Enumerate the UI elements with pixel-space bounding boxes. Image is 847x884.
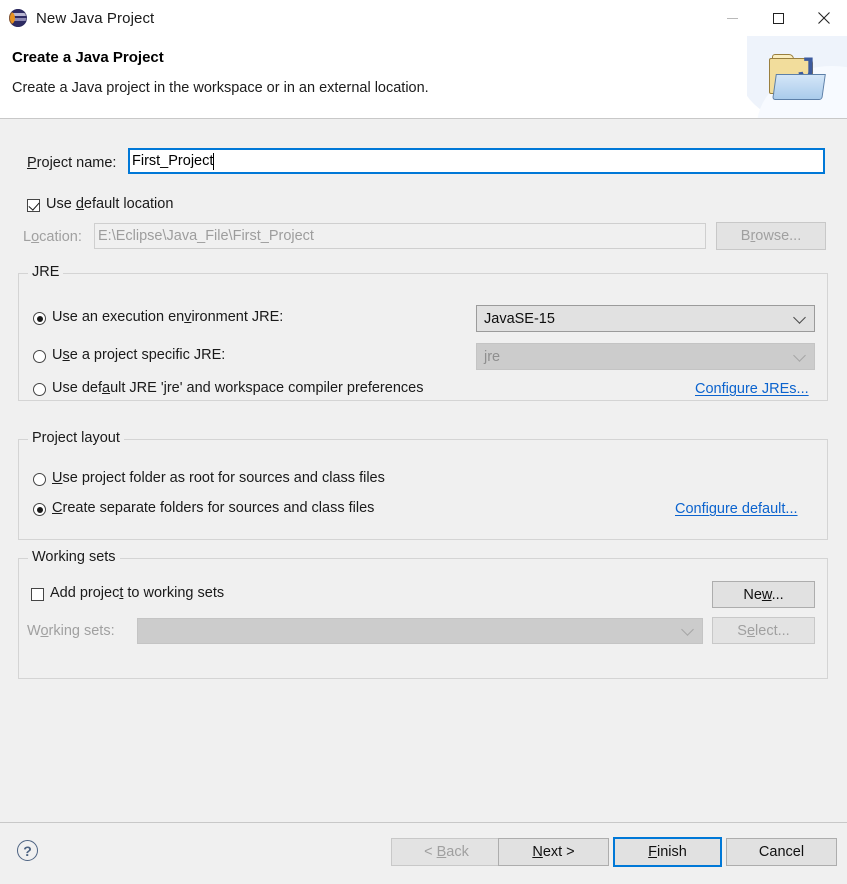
next-button-label: Next > (532, 844, 575, 860)
project-jre-combo: jre (476, 343, 815, 370)
back-button-label: < Back (424, 844, 469, 860)
radio-project-folder-as-root[interactable] (33, 473, 46, 486)
radio-use-project-specific-jre[interactable] (33, 350, 46, 363)
project-name-label: Project name: (27, 155, 117, 171)
project-name-value: First_Project (132, 153, 214, 169)
window-title: New Java Project (36, 9, 155, 27)
location-input: E:\Eclipse\Java_File\First_Project (94, 223, 706, 249)
chevron-down-icon (793, 310, 806, 324)
cancel-button[interactable]: Cancel (726, 838, 837, 866)
working-sets-combo (137, 618, 703, 644)
configure-jres-link[interactable]: Configure JREs... (695, 381, 809, 397)
radio-use-execution-environment-jre-label: Use an execution environment JRE: (52, 309, 284, 325)
page-description: Create a Java project in the workspace o… (12, 80, 429, 96)
minimize-button[interactable] (709, 0, 755, 36)
radio-use-default-jre-label: Use default JRE 'jre' and workspace comp… (52, 380, 424, 396)
location-label: Location: (23, 229, 82, 245)
browse-button-label: Browse... (740, 228, 802, 244)
maximize-button[interactable] (755, 0, 801, 36)
working-sets-group-title: Working sets (28, 549, 120, 565)
cancel-button-label: Cancel (758, 844, 805, 860)
radio-project-folder-as-root-label: Use project folder as root for sources a… (52, 470, 385, 486)
java-project-folder-icon: J (765, 54, 827, 104)
dialog-body: Project name: First_Project Use default … (0, 120, 847, 820)
radio-use-project-specific-jre-label: Use a project specific JRE: (52, 347, 226, 363)
project-layout-group-title: Project layout (28, 430, 124, 446)
project-name-input[interactable]: First_Project (128, 148, 825, 174)
working-sets-label: Working sets: (27, 623, 115, 639)
jre-group-title: JRE (28, 264, 64, 280)
close-button[interactable] (801, 0, 847, 36)
text-caret (213, 152, 215, 170)
new-working-set-button[interactable]: New... (712, 581, 815, 608)
eclipse-globe-icon (9, 9, 27, 27)
banner-graphic: J (747, 36, 847, 118)
chevron-down-icon (793, 348, 806, 362)
title-bar: New Java Project (0, 0, 847, 36)
execution-environment-combo[interactable]: JavaSE-15 (476, 305, 815, 332)
back-button: < Back (391, 838, 502, 866)
help-icon[interactable]: ? (17, 840, 38, 861)
radio-use-execution-environment-jre[interactable] (33, 312, 46, 325)
select-working-set-button: Select... (712, 617, 815, 644)
chevron-down-icon (681, 623, 694, 636)
window-controls (709, 0, 847, 36)
add-project-to-working-sets-label: Add project to working sets (50, 585, 225, 601)
radio-separate-folders[interactable] (33, 503, 46, 516)
project-layout-group: Project layout (18, 430, 828, 540)
use-default-location-checkbox[interactable] (27, 199, 40, 212)
select-working-set-button-label: Select... (737, 622, 790, 639)
page-title: Create a Java Project (12, 49, 164, 66)
location-value: E:\Eclipse\Java_File\First_Project (98, 228, 314, 244)
new-working-set-button-label: New... (743, 586, 784, 603)
new-java-project-dialog: New Java Project Create a Java Project C… (0, 0, 847, 884)
configure-default-link[interactable]: Configure default... (675, 501, 798, 517)
browse-button: Browse... (716, 222, 826, 250)
next-button[interactable]: Next > (498, 838, 609, 866)
finish-button-label: Finish (648, 844, 687, 860)
finish-button[interactable]: Finish (613, 837, 722, 867)
radio-use-default-jre[interactable] (33, 383, 46, 396)
radio-separate-folders-label: Create separate folders for sources and … (52, 500, 375, 516)
wizard-banner: Create a Java Project Create a Java proj… (0, 36, 847, 119)
project-jre-value: jre (484, 348, 501, 365)
use-default-location-label: Use default location (46, 196, 174, 212)
execution-environment-value: JavaSE-15 (484, 310, 555, 327)
add-project-to-working-sets-checkbox[interactable] (31, 588, 44, 601)
